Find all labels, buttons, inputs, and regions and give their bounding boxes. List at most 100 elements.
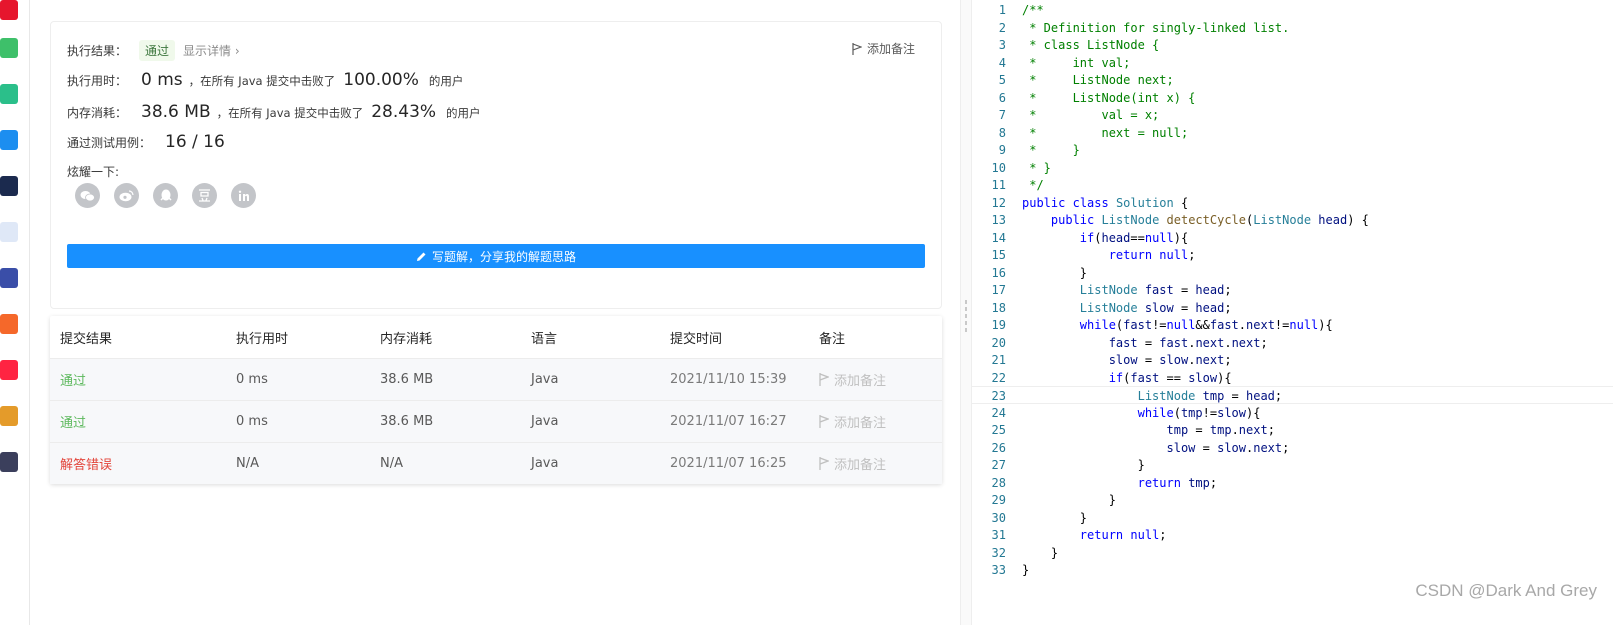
code-line[interactable]: 11 */ bbox=[972, 176, 1613, 194]
code-text[interactable]: if(head==null){ bbox=[1022, 229, 1188, 247]
code-line[interactable]: 18 ListNode slow = head; bbox=[972, 299, 1613, 317]
wechat-icon[interactable] bbox=[75, 183, 100, 208]
code-line[interactable]: 14 if(head==null){ bbox=[972, 229, 1613, 247]
cloud-app-icon[interactable] bbox=[0, 84, 18, 104]
drag-handle-icon[interactable] bbox=[965, 300, 968, 332]
code-text[interactable]: return tmp; bbox=[1022, 474, 1218, 492]
weibo-icon[interactable] bbox=[114, 183, 139, 208]
code-line[interactable]: 33} bbox=[972, 561, 1613, 579]
code-line[interactable]: 19 while(fast!=null&&fast.next!=null){ bbox=[972, 316, 1613, 334]
code-line[interactable]: 15 return null; bbox=[972, 246, 1613, 264]
news-app-icon[interactable] bbox=[0, 176, 18, 196]
code-text[interactable]: } bbox=[1022, 456, 1145, 474]
code-line[interactable]: 31 return null; bbox=[972, 526, 1613, 544]
code-text[interactable]: slow = slow.next; bbox=[1022, 439, 1290, 457]
code-text[interactable]: while(fast!=null&&fast.next!=null){ bbox=[1022, 316, 1333, 334]
code-line[interactable]: 22 if(fast == slow){ bbox=[972, 369, 1613, 387]
header-time: 提交时间 bbox=[670, 331, 723, 347]
mail-app-icon[interactable] bbox=[0, 38, 18, 58]
code-line[interactable]: 21 slow = slow.next; bbox=[972, 351, 1613, 369]
write-solution-button[interactable]: 写题解，分享我的解题思路 bbox=[67, 244, 925, 268]
red-app-icon[interactable] bbox=[0, 314, 18, 334]
code-editor[interactable]: 1/** 2 * Definition for singly-linked lis… bbox=[972, 0, 1613, 625]
code-text[interactable]: if(fast == slow){ bbox=[1022, 369, 1232, 387]
code-line[interactable]: 25 tmp = tmp.next; bbox=[972, 421, 1613, 439]
douban-icon[interactable] bbox=[192, 183, 217, 208]
code-line[interactable]: 4 * int val; bbox=[972, 54, 1613, 72]
code-text[interactable]: ListNode fast = head; bbox=[1022, 281, 1232, 299]
code-line[interactable]: 2 * Definition for singly-linked list. bbox=[972, 19, 1613, 37]
game-app-icon[interactable] bbox=[0, 268, 18, 288]
code-text[interactable]: /** bbox=[1022, 1, 1044, 19]
code-text[interactable]: * next = null; bbox=[1022, 124, 1188, 142]
code-line[interactable]: 1 /** bbox=[972, 1, 1613, 19]
share-label: 炫耀一下: bbox=[67, 165, 120, 179]
code-text[interactable]: public ListNode detectCycle(ListNode hea… bbox=[1022, 211, 1369, 229]
code-text[interactable]: } bbox=[1022, 544, 1058, 562]
panel-splitter[interactable] bbox=[960, 0, 972, 625]
row-add-note-button[interactable]: 添加备注 bbox=[819, 454, 886, 473]
code-line[interactable]: 20 fast = fast.next.next; bbox=[972, 334, 1613, 352]
row-status[interactable]: 通过 bbox=[60, 370, 86, 389]
code-line[interactable]: 16 } bbox=[972, 264, 1613, 282]
game3-app-icon[interactable] bbox=[0, 452, 18, 472]
row-add-note-button[interactable]: 添加备注 bbox=[819, 412, 886, 431]
code-line[interactable]: 6 * ListNode(int x) { bbox=[972, 89, 1613, 107]
shop-app-icon[interactable] bbox=[0, 360, 18, 380]
table-row[interactable]: 通过 0 ms 38.6 MB Java 2021/11/10 15:39 添加… bbox=[50, 358, 942, 400]
row-status[interactable]: 通过 bbox=[60, 412, 86, 431]
code-line[interactable]: 24 while(tmp!=slow){ bbox=[972, 404, 1613, 422]
add-note-button[interactable]: 添加备注 bbox=[852, 40, 915, 57]
code-line[interactable]: 32 } bbox=[972, 544, 1613, 562]
code-line[interactable]: 27 } bbox=[972, 456, 1613, 474]
table-row[interactable]: 通过 0 ms 38.6 MB Java 2021/11/07 16:27 添加… bbox=[50, 400, 942, 442]
row-add-note-button[interactable]: 添加备注 bbox=[819, 370, 886, 389]
code-text[interactable]: public class Solution { bbox=[1022, 194, 1188, 212]
code-text[interactable]: tmp = tmp.next; bbox=[1022, 421, 1275, 439]
code-line[interactable]: 12 public class Solution { bbox=[972, 194, 1613, 212]
code-line[interactable]: 28 return tmp; bbox=[972, 474, 1613, 492]
game2-app-icon[interactable] bbox=[0, 406, 18, 426]
code-text[interactable]: return null; bbox=[1022, 246, 1196, 264]
code-line[interactable]: 26 slow = slow.next; bbox=[972, 439, 1613, 457]
code-text[interactable]: ListNode tmp = head; bbox=[1022, 387, 1283, 405]
weibo-app-icon[interactable] bbox=[0, 0, 18, 20]
code-line[interactable]: 3 * class ListNode { bbox=[972, 36, 1613, 54]
code-text[interactable]: * Definition for singly-linked list. bbox=[1022, 19, 1289, 37]
code-text[interactable]: * } bbox=[1022, 141, 1080, 159]
code-text[interactable]: } bbox=[1022, 264, 1087, 282]
pp-app-icon[interactable] bbox=[0, 130, 18, 150]
code-text[interactable]: * int val; bbox=[1022, 54, 1130, 72]
code-line[interactable]: 9 * } bbox=[972, 141, 1613, 159]
code-text[interactable]: return null; bbox=[1022, 526, 1167, 544]
code-line[interactable]: 30 } bbox=[972, 509, 1613, 527]
code-text[interactable]: * val = x; bbox=[1022, 106, 1159, 124]
code-text[interactable]: */ bbox=[1022, 176, 1043, 194]
document-app-icon[interactable] bbox=[0, 222, 18, 242]
code-line[interactable]: 23 ListNode tmp = head; bbox=[972, 386, 1613, 404]
code-line[interactable]: 29 } bbox=[972, 491, 1613, 509]
row-status[interactable]: 解答错误 bbox=[60, 454, 112, 473]
code-line[interactable]: 5 * ListNode next; bbox=[972, 71, 1613, 89]
qq-icon[interactable] bbox=[153, 183, 178, 208]
code-text[interactable]: } bbox=[1022, 509, 1087, 527]
code-text[interactable]: * } bbox=[1022, 159, 1051, 177]
runtime-percent: 100.00% bbox=[343, 70, 419, 90]
show-details-link[interactable]: 显示详情 › bbox=[183, 42, 240, 59]
code-text[interactable]: * ListNode next; bbox=[1022, 71, 1174, 89]
code-text[interactable]: * class ListNode { bbox=[1022, 36, 1159, 54]
code-text[interactable]: * ListNode(int x) { bbox=[1022, 89, 1195, 107]
code-line[interactable]: 17 ListNode fast = head; bbox=[972, 281, 1613, 299]
code-line[interactable]: 8 * next = null; bbox=[972, 124, 1613, 142]
code-text[interactable]: fast = fast.next.next; bbox=[1022, 334, 1268, 352]
table-row[interactable]: 解答错误 N/A N/A Java 2021/11/07 16:25 添加备注 bbox=[50, 442, 942, 484]
code-text[interactable]: while(tmp!=slow){ bbox=[1022, 404, 1261, 422]
code-text[interactable]: slow = slow.next; bbox=[1022, 351, 1232, 369]
code-text[interactable]: ListNode slow = head; bbox=[1022, 299, 1232, 317]
code-line[interactable]: 10 * } bbox=[972, 159, 1613, 177]
code-line[interactable]: 7 * val = x; bbox=[972, 106, 1613, 124]
code-line[interactable]: 13 public ListNode detectCycle(ListNode … bbox=[972, 211, 1613, 229]
code-text[interactable]: } bbox=[1022, 561, 1029, 579]
code-text[interactable]: } bbox=[1022, 491, 1116, 509]
linkedin-icon[interactable] bbox=[231, 183, 256, 208]
